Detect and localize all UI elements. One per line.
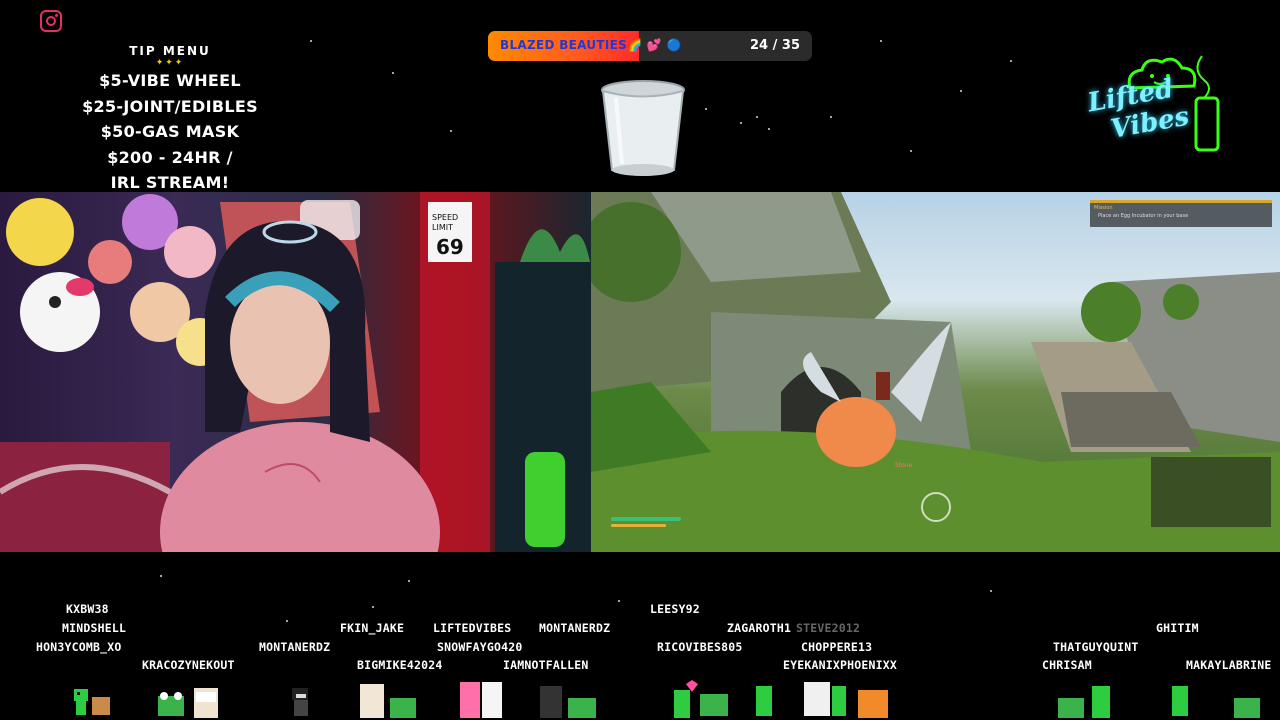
svg-text:LIMIT: LIMIT xyxy=(432,223,453,232)
star xyxy=(408,580,410,582)
tip-menu-title: TIP MENU xyxy=(129,44,211,58)
viewer-name: KXBW38 xyxy=(66,602,109,616)
viewer-name: MAKAYLABRINE xyxy=(1186,658,1272,672)
tip-menu-item: $25-JOINT/EDIBLES xyxy=(82,96,258,116)
star xyxy=(705,108,707,110)
frog-avatar-icon xyxy=(756,686,772,716)
viewer-name: MINDSHELL xyxy=(62,621,127,635)
viewer-name: THATGUYQUINT xyxy=(1053,640,1139,654)
goal-count: 24 / 35 xyxy=(750,38,800,53)
lifted-vibes-logo: Lifted Vibes xyxy=(1086,36,1228,166)
star xyxy=(768,128,770,130)
star xyxy=(1010,60,1012,62)
viewer-name: EYEKANIXPHOENIXX xyxy=(783,658,897,672)
viewer-name: MONTANERDZ xyxy=(539,621,611,635)
sparkle-icon: ✦✦✦ xyxy=(155,58,185,68)
quest-title: Mission xyxy=(1094,205,1113,211)
cup-icon xyxy=(601,80,685,176)
tip-menu: TIP MENU ✦✦✦ $5-VIBE WHEEL $25-JOINT/EDI… xyxy=(60,44,280,196)
viewer-name: CHRISAM xyxy=(1042,658,1092,672)
viewer-name: HON3YCOMB_XO xyxy=(36,640,122,654)
target-label: Stone xyxy=(895,462,913,469)
star xyxy=(310,40,312,42)
character-avatar-icon xyxy=(460,682,502,718)
star xyxy=(756,116,758,118)
svg-text:69: 69 xyxy=(436,235,464,259)
viewer-name: GHITIM xyxy=(1156,621,1199,635)
viewer-name: STEVE2012 xyxy=(796,621,861,635)
character-avatar-icon xyxy=(804,682,888,718)
star xyxy=(960,90,962,92)
star xyxy=(450,130,452,132)
quest-tracker: Mission Place an Egg Incubator in your b… xyxy=(1090,200,1272,227)
instagram-icon[interactable] xyxy=(40,10,62,32)
star xyxy=(740,122,742,124)
viewer-name: BIGMIKE42024 xyxy=(357,658,443,672)
viewer-name: SNOWFAYGO420 xyxy=(437,640,523,654)
frog-avatar-icon xyxy=(74,689,110,715)
frog-avatar-icon xyxy=(1234,698,1260,718)
tip-menu-item: $50-GAS MASK xyxy=(100,122,240,141)
star xyxy=(880,40,882,42)
star xyxy=(990,590,992,592)
game-scene xyxy=(591,192,1280,552)
character-avatar-icon xyxy=(292,688,308,716)
star xyxy=(392,72,394,74)
viewer-name: MONTANERDZ xyxy=(259,640,331,654)
viewer-name: CHOPPERE13 xyxy=(801,640,873,654)
character-avatar-icon xyxy=(360,684,416,718)
frog-avatar-icon xyxy=(1058,686,1110,718)
viewer-name: RICOVIBES805 xyxy=(657,640,743,654)
tip-goal-bar: BLAZED BEAUTIES🌈 💕 🔵 24 / 35 xyxy=(488,31,812,61)
quest-text: Place an Egg Incubator in your base xyxy=(1098,213,1189,219)
frog-avatar-icon xyxy=(1172,686,1188,716)
star xyxy=(372,606,374,608)
character-avatar-icon xyxy=(540,686,596,718)
webcam-scene: SPEED LIMIT 69 xyxy=(0,192,591,552)
viewer-name: ZAGAROTH1 xyxy=(727,621,792,635)
viewer-name: FKIN_JAKE xyxy=(340,621,405,635)
viewer-name: IAMNOTFALLEN xyxy=(503,658,589,672)
webcam-feed: SPEED LIMIT 69 xyxy=(0,192,591,552)
viewer-name: LIFTEDVIBES xyxy=(433,621,512,635)
viewer-name: LEESY92 xyxy=(650,602,700,616)
frog-avatar-icon xyxy=(674,680,728,718)
svg-text:SPEED: SPEED xyxy=(432,213,458,222)
star xyxy=(830,116,832,118)
star xyxy=(286,620,288,622)
star xyxy=(618,600,620,602)
star xyxy=(160,575,162,577)
viewer-name: KRACOZYNEKOUT xyxy=(142,658,235,672)
game-feed: Mission Place an Egg Incubator in your b… xyxy=(591,192,1280,552)
tip-menu-item: $5-VIBE WHEEL xyxy=(99,71,241,90)
goal-name: BLAZED BEAUTIES🌈 💕 🔵 xyxy=(500,38,682,52)
tip-menu-item: $200 - 24HR / xyxy=(107,147,233,167)
frog-avatar-icon xyxy=(158,688,218,718)
star xyxy=(910,150,912,152)
